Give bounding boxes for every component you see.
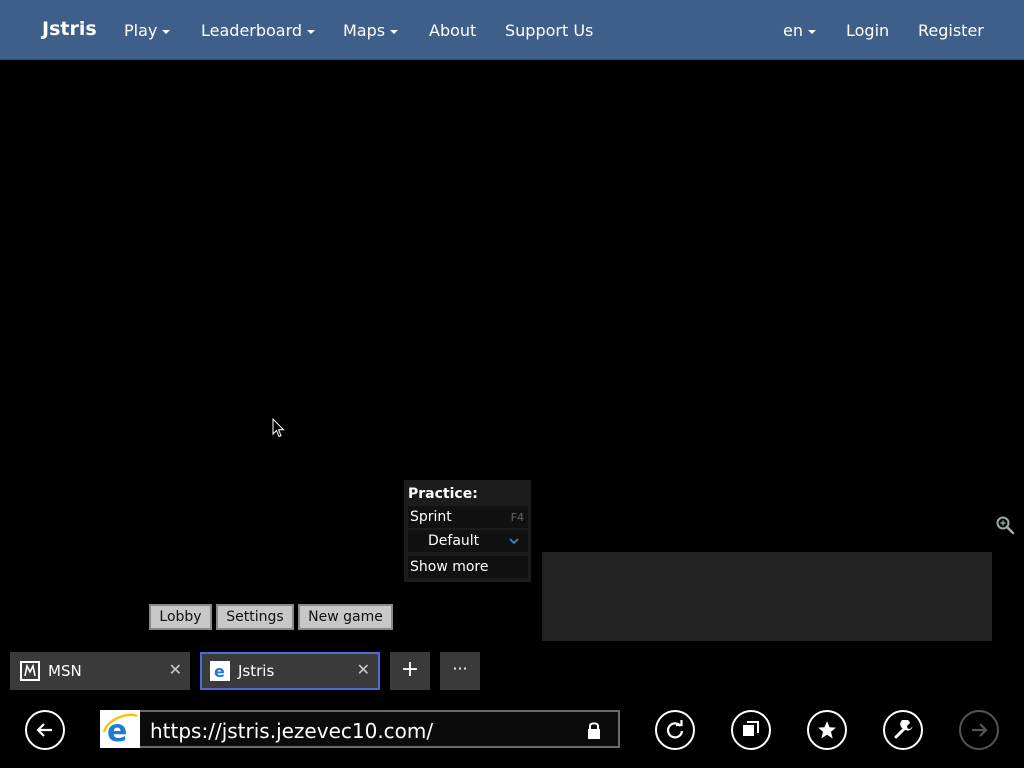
nav-register[interactable]: Register	[918, 21, 984, 40]
back-button[interactable]	[25, 710, 65, 750]
nav-register-label: Register	[918, 21, 984, 40]
nav-login-label: Login	[846, 21, 890, 40]
nav-leaderboard-label: Leaderboard	[201, 21, 303, 40]
ie-logo-icon: e	[100, 710, 140, 748]
tab-more-button[interactable]: ···	[440, 652, 480, 690]
magnifier-icon[interactable]	[995, 515, 1015, 535]
practice-mode-select[interactable]: Default	[408, 530, 528, 552]
ie-icon: e	[210, 661, 230, 681]
new-game-button[interactable]: New game	[298, 604, 393, 630]
msn-icon	[20, 661, 40, 681]
new-tab-button[interactable]: +	[390, 652, 430, 690]
url-text: https://jstris.jezevec10.com/	[150, 719, 434, 743]
svg-text:e: e	[214, 662, 225, 681]
chevron-down-icon	[509, 538, 519, 545]
sprint-hotkey: F4	[510, 511, 524, 524]
show-more-button[interactable]: Show more	[408, 556, 528, 578]
chevron-down-icon	[162, 29, 171, 34]
browser-tab-msn[interactable]: MSN ✕	[10, 652, 190, 690]
chat-box[interactable]	[542, 552, 992, 641]
tabs-icon	[743, 721, 759, 736]
close-icon[interactable]: ✕	[169, 660, 182, 679]
chevron-down-icon	[307, 29, 316, 34]
star-icon	[818, 721, 836, 739]
browser-tab-jstris[interactable]: e Jstris ✕	[200, 652, 380, 690]
mouse-cursor-icon	[272, 418, 285, 438]
nav-play-label: Play	[124, 21, 158, 40]
settings-button[interactable]: Settings	[216, 604, 294, 630]
show-more-label: Show more	[410, 559, 489, 575]
wrench-icon	[894, 720, 913, 739]
practice-title: Practice:	[408, 486, 478, 502]
nav-support-us[interactable]: Support Us	[505, 21, 593, 40]
tab-label: Jstris	[238, 662, 275, 680]
arrow-left-icon	[36, 723, 52, 737]
refresh-icon	[666, 720, 684, 739]
address-bar[interactable]: https://jstris.jezevec10.com/	[140, 710, 620, 748]
language-label: en	[783, 21, 803, 40]
lobby-button[interactable]: Lobby	[149, 604, 212, 630]
forward-button[interactable]	[959, 710, 999, 750]
tab-label: MSN	[48, 662, 82, 680]
arrow-right-icon	[972, 723, 988, 737]
nav-login[interactable]: Login	[846, 21, 889, 40]
nav-play[interactable]: Play	[124, 21, 171, 40]
top-navbar: Jstris Play Leaderboard Maps About Suppo…	[0, 0, 1024, 60]
favorites-button[interactable]	[807, 710, 847, 750]
chevron-down-icon	[390, 29, 399, 34]
nav-leaderboard[interactable]: Leaderboard	[201, 21, 316, 40]
brand-logo[interactable]: Jstris	[42, 18, 97, 40]
close-icon[interactable]: ✕	[357, 660, 370, 679]
nav-maps[interactable]: Maps	[343, 21, 399, 40]
nav-about[interactable]: About	[429, 21, 476, 40]
nav-about-label: About	[429, 21, 477, 40]
language-selector[interactable]: en	[783, 21, 816, 40]
sprint-label: Sprint	[410, 509, 452, 525]
lock-icon[interactable]	[586, 720, 602, 740]
refresh-button[interactable]	[655, 710, 695, 750]
nav-maps-label: Maps	[343, 21, 386, 40]
practice-sprint[interactable]: Sprint F4	[408, 506, 528, 528]
tabs-button[interactable]	[731, 710, 771, 750]
page-tools-button[interactable]	[883, 710, 923, 750]
nav-support-us-label: Support Us	[505, 21, 594, 40]
chevron-down-icon	[807, 29, 816, 34]
practice-mode-value: Default	[428, 533, 480, 549]
